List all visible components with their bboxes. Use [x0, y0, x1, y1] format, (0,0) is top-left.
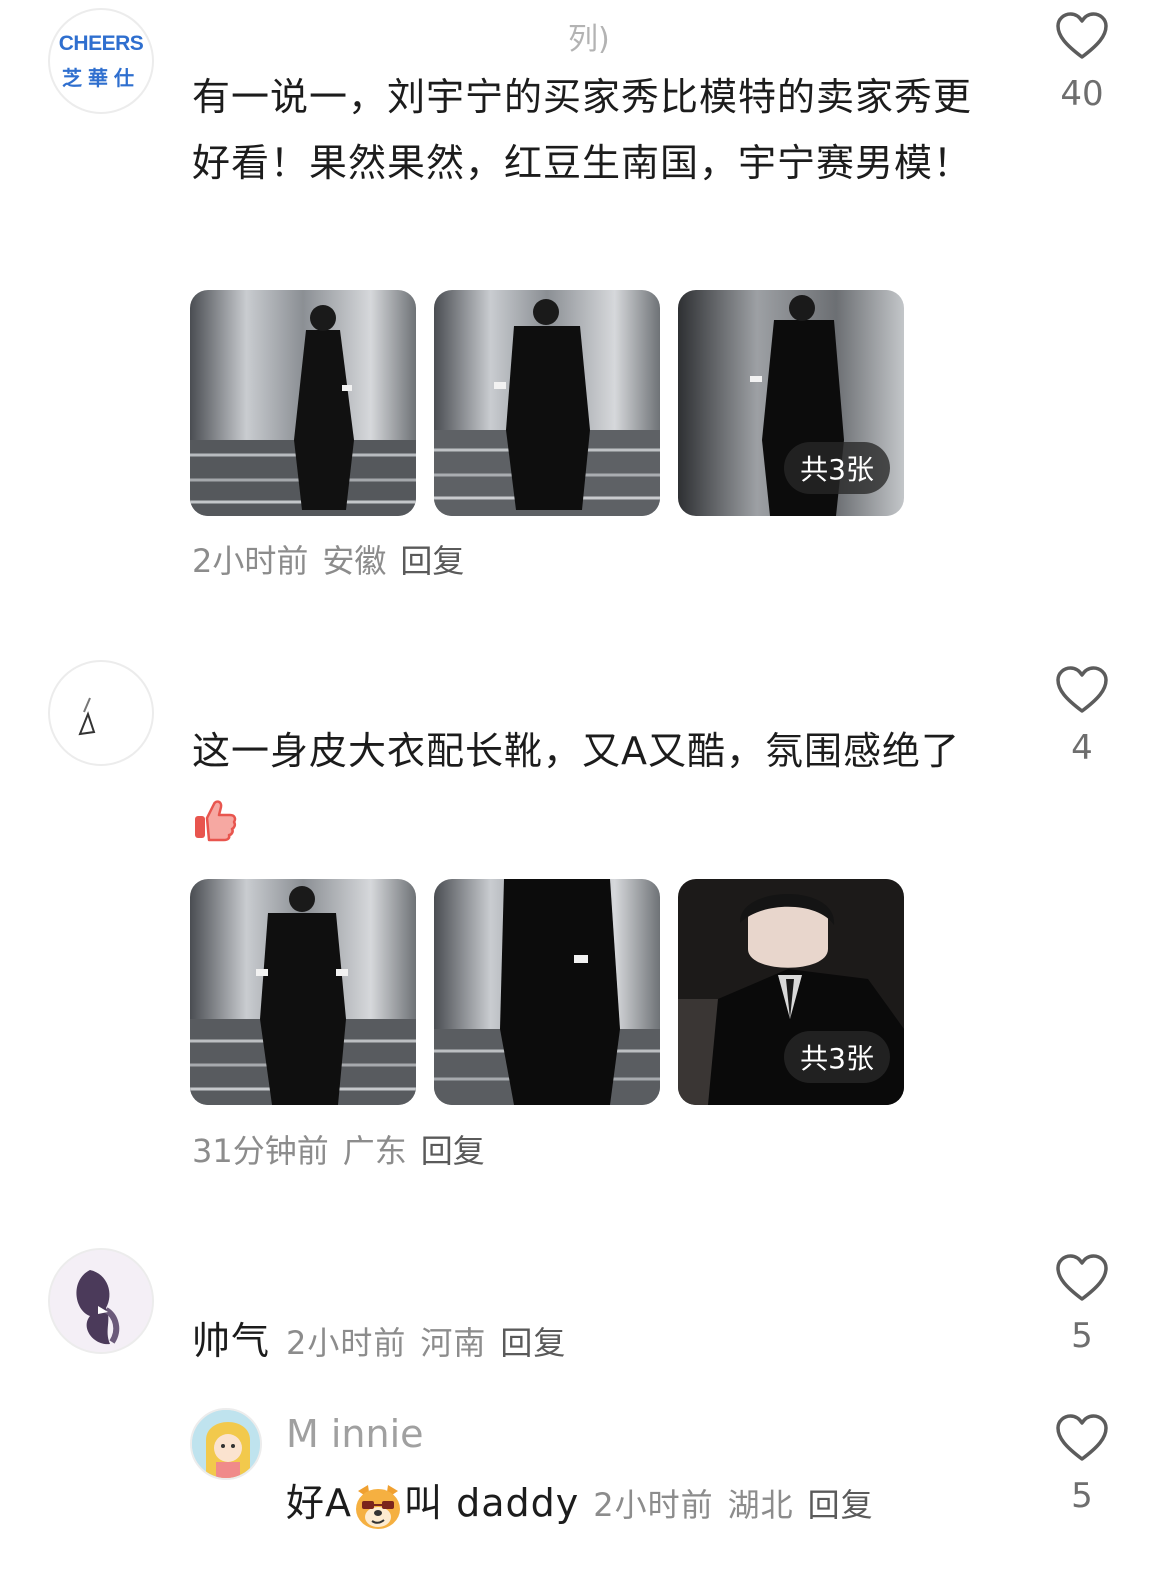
photo-image [434, 879, 660, 1105]
username[interactable]: M innie [286, 1412, 424, 1456]
avatar[interactable] [48, 660, 154, 766]
like-button[interactable]: 5 [1052, 1414, 1112, 1516]
reply-button[interactable]: 回复 [400, 542, 464, 580]
heart-icon [1056, 1414, 1108, 1461]
comment-text: 这一身皮大衣配长靴，又A又酷，氛围感绝了 [192, 718, 1002, 850]
comment-location: 湖北 [727, 1486, 794, 1524]
comment-row: 好A 叫 daddy 2小时前 湖北 回复 [286, 1470, 888, 1538]
comment-time: 2小时前 [192, 542, 309, 580]
like-count: 40 [1060, 74, 1104, 114]
photo-thumbnail[interactable]: 共3张 [678, 879, 904, 1105]
comment-text: 有一说一，刘宇宁的买家秀比模特的卖家秀更好看！果然果然，红豆生南国，宇宁赛男模！ [192, 75, 973, 185]
comment-location: 河南 [420, 1324, 487, 1362]
heart-icon [1056, 12, 1108, 59]
comment-meta: 2小时前 安徽 回复 [192, 536, 478, 582]
like-count: 5 [1071, 1316, 1093, 1356]
reply-button[interactable]: 回复 [808, 1486, 874, 1524]
comment-meta: 31分钟前 广东 回复 [192, 1126, 499, 1172]
like-button[interactable]: 5 [1052, 1254, 1112, 1356]
photo-thumbnail[interactable] [190, 290, 416, 516]
username[interactable]: 列) [568, 14, 610, 58]
avatar-image [78, 697, 96, 736]
avatar-image [50, 1250, 152, 1352]
avatar-logo-subtext: 芝華仕 [62, 66, 140, 90]
like-count: 5 [1071, 1476, 1093, 1516]
thumbs-up-icon [195, 799, 237, 841]
comment-text: 帅气 [192, 1319, 271, 1363]
avatar-logo-text: CHEERS [58, 32, 144, 55]
heart-icon [1056, 666, 1108, 713]
reply-button[interactable]: 回复 [421, 1132, 485, 1170]
reply-button[interactable]: 回复 [500, 1324, 566, 1362]
comment-text-content: 这一身皮大衣配长靴，又A又酷，氛围感绝了 [192, 729, 960, 773]
avatar[interactable] [190, 1408, 262, 1480]
comment-time: 31分钟前 [192, 1132, 329, 1170]
avatar[interactable]: CHEERS 芝華仕 [48, 8, 154, 114]
like-count: 4 [1071, 728, 1093, 768]
photo-thumbnail[interactable] [434, 879, 660, 1105]
like-button[interactable]: 4 [1052, 666, 1112, 768]
avatar-image [192, 1410, 260, 1478]
comment-time: 2小时前 [286, 1324, 407, 1362]
comment-location: 广东 [342, 1132, 407, 1170]
photo-thumbnail[interactable] [434, 290, 660, 516]
photo-image [434, 290, 660, 516]
comment-location: 安徽 [322, 542, 387, 580]
photo-count-badge: 共3张 [784, 1031, 890, 1083]
comment-text-before: 好A [286, 1481, 352, 1525]
comment-text-after: 叫 daddy [404, 1481, 580, 1525]
like-button[interactable]: 40 [1052, 12, 1112, 114]
avatar[interactable] [48, 1248, 154, 1354]
photo-image [190, 290, 416, 516]
photo-thumbnail[interactable] [190, 879, 416, 1105]
photo-thumbnail[interactable]: 共3张 [678, 290, 904, 516]
smug-dog-face-icon [356, 1484, 400, 1529]
comment-row: 帅气 2小时前 河南 回复 [192, 1308, 580, 1376]
photo-count-badge: 共3张 [784, 442, 890, 494]
heart-icon [1056, 1254, 1108, 1301]
photo-image [190, 879, 416, 1105]
comment-time: 2小时前 [593, 1486, 714, 1524]
